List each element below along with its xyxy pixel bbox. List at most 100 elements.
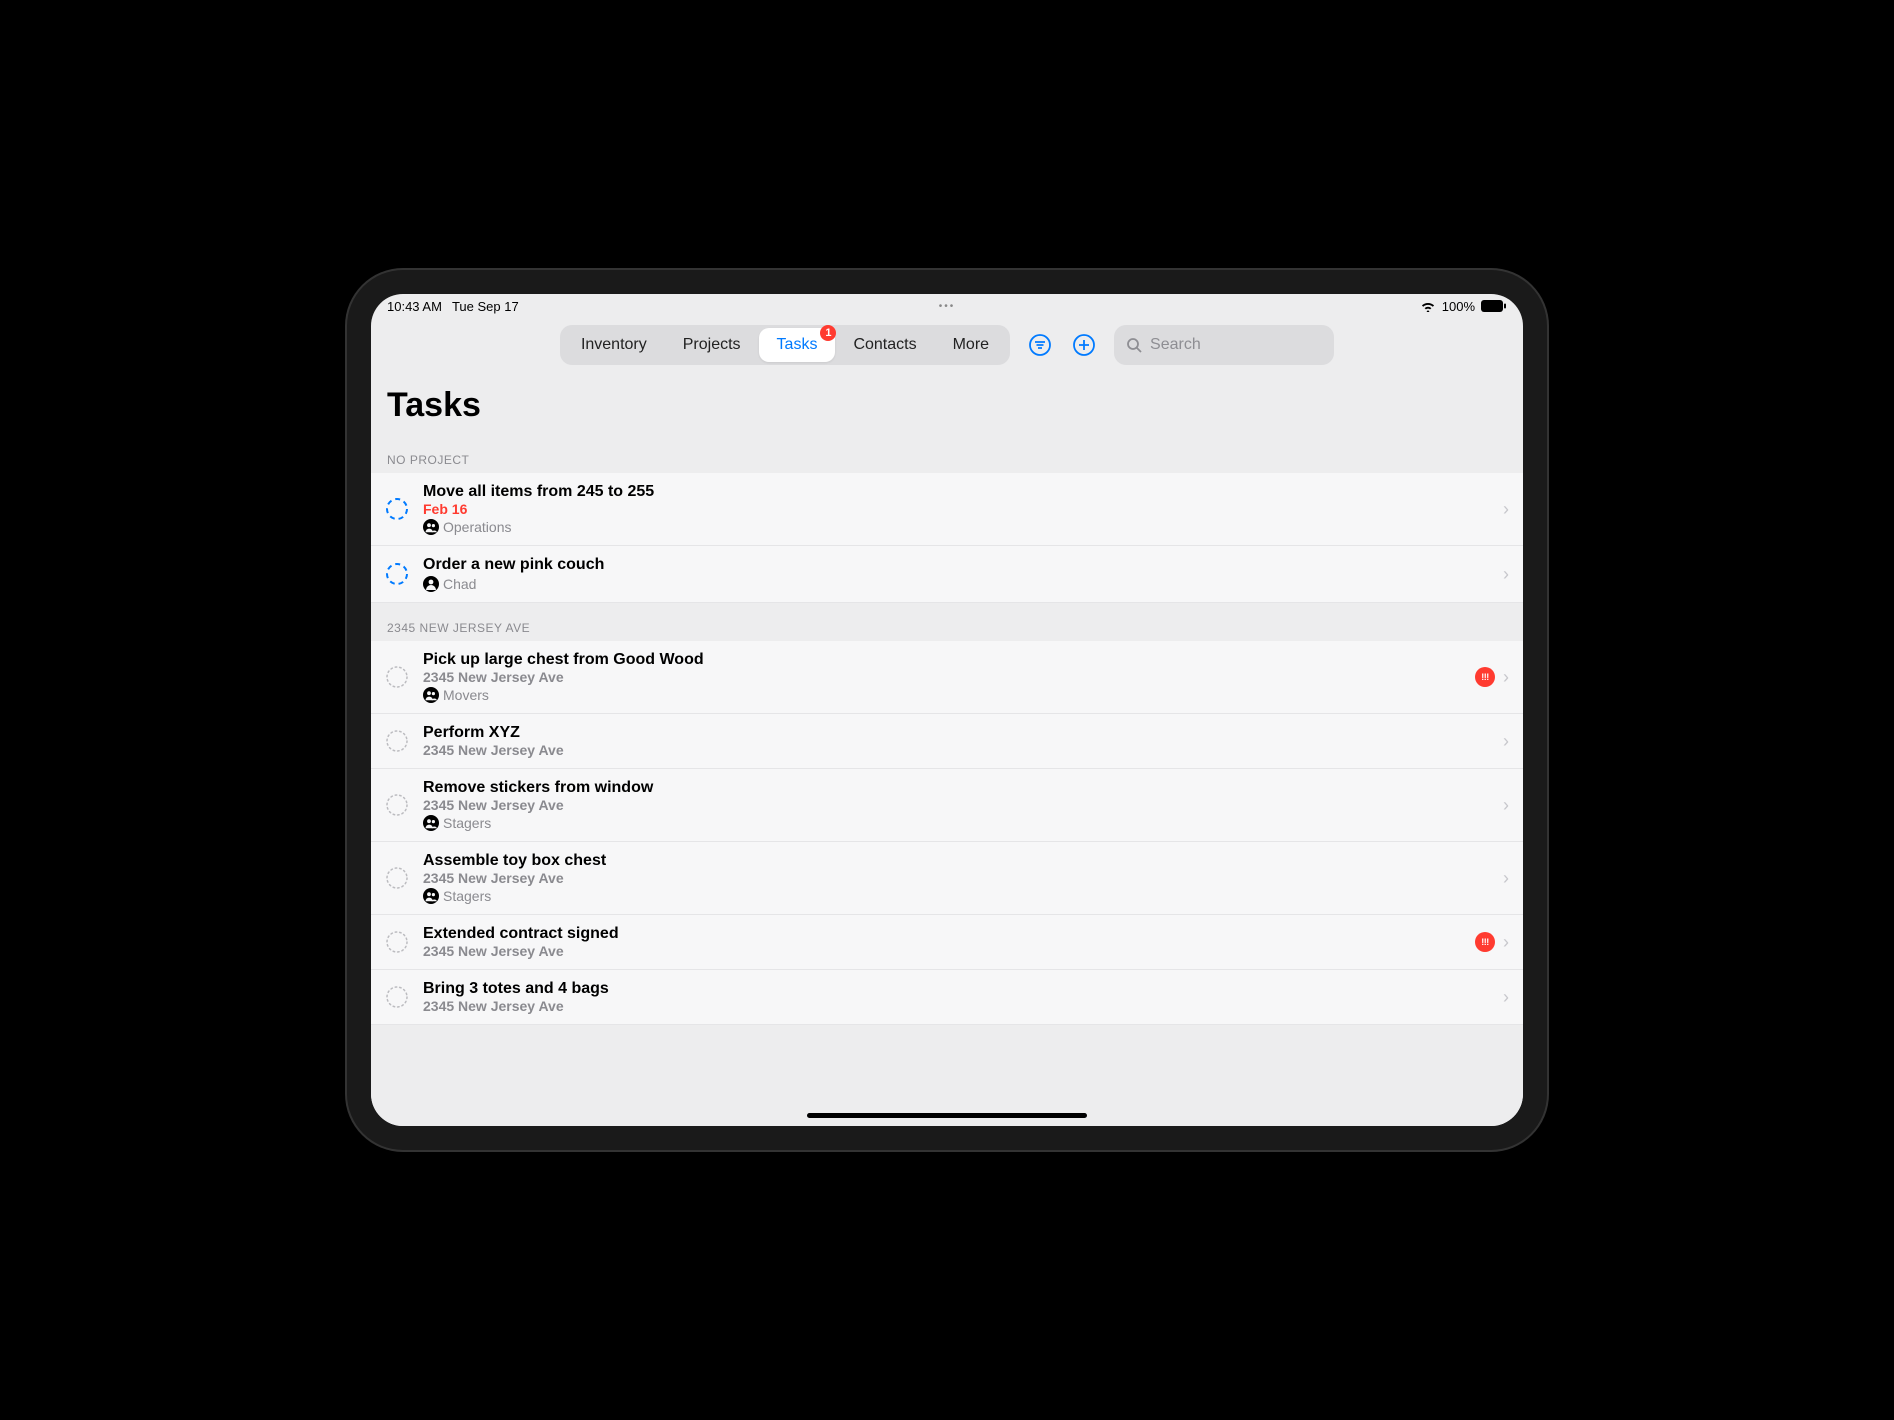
task-title: Remove stickers from window <box>423 779 1489 797</box>
group-icon <box>423 519 439 535</box>
tab-projects[interactable]: Projects <box>665 328 759 362</box>
battery-percent: 100% <box>1442 299 1475 314</box>
person-icon <box>423 576 439 592</box>
task-title: Move all items from 245 to 255 <box>423 483 1489 501</box>
task-row-accessories: › <box>1503 499 1509 520</box>
tab-tasks[interactable]: Tasks1 <box>759 328 836 362</box>
task-project: 2345 New Jersey Ave <box>423 742 1489 758</box>
task-row[interactable]: Pick up large chest from Good Wood2345 N… <box>371 641 1523 714</box>
task-title: Extended contract signed <box>423 925 1461 943</box>
task-row-accessories: › <box>1503 795 1509 816</box>
search-input[interactable] <box>1150 336 1322 354</box>
task-assignee-name: Chad <box>443 576 476 592</box>
task-row-accessories: !!! › <box>1475 667 1509 688</box>
task-complete-toggle[interactable] <box>385 497 409 521</box>
task-row[interactable]: Move all items from 245 to 255Feb 16 Oper… <box>371 473 1523 546</box>
status-date: Tue Sep 17 <box>452 299 519 314</box>
task-assignee: Stagers <box>423 815 1489 831</box>
group-icon <box>423 687 439 703</box>
tab-contacts[interactable]: Contacts <box>835 328 934 362</box>
task-row-accessories: › <box>1503 868 1509 889</box>
task-assignee-name: Stagers <box>443 888 491 904</box>
page-title: Tasks <box>371 372 1523 435</box>
task-body: Extended contract signed2345 New Jersey … <box>423 925 1461 959</box>
task-project: 2345 New Jersey Ave <box>423 870 1489 886</box>
task-complete-toggle[interactable] <box>385 562 409 586</box>
chevron-right-icon: › <box>1503 987 1509 1008</box>
task-body: Bring 3 totes and 4 bags2345 New Jersey … <box>423 980 1489 1014</box>
task-list: Move all items from 245 to 255Feb 16 Oper… <box>371 473 1523 603</box>
task-body: Order a new pink couchChad <box>423 556 1489 592</box>
tab-label: More <box>953 336 989 354</box>
group-icon <box>423 815 439 831</box>
nav-bar: Inventory Projects Tasks1 Contacts More <box>371 318 1523 372</box>
task-title: Pick up large chest from Good Wood <box>423 651 1461 669</box>
task-assignee-name: Operations <box>443 519 511 535</box>
task-project: 2345 New Jersey Ave <box>423 669 1461 685</box>
task-assignee: Stagers <box>423 888 1489 904</box>
chevron-right-icon: › <box>1503 564 1509 585</box>
tab-label: Tasks <box>777 336 818 354</box>
ipad-frame: 10:43 AM Tue Sep 17 ••• 100% Inventory Pr… <box>347 270 1547 1150</box>
status-bar: 10:43 AM Tue Sep 17 ••• 100% <box>371 294 1523 318</box>
chevron-right-icon: › <box>1503 932 1509 953</box>
task-row-accessories: !!! › <box>1475 932 1509 953</box>
task-title: Bring 3 totes and 4 bags <box>423 980 1489 998</box>
chevron-right-icon: › <box>1503 795 1509 816</box>
task-row-accessories: › <box>1503 564 1509 585</box>
task-row-accessories: › <box>1503 987 1509 1008</box>
search-icon <box>1126 337 1142 353</box>
home-indicator[interactable] <box>807 1113 1087 1118</box>
multitask-dots-icon[interactable]: ••• <box>939 301 956 312</box>
tab-label: Projects <box>683 336 741 354</box>
task-project: 2345 New Jersey Ave <box>423 998 1489 1014</box>
task-row[interactable]: Assemble toy box chest2345 New Jersey Av… <box>371 842 1523 915</box>
filter-button[interactable] <box>1024 329 1056 361</box>
task-body: Remove stickers from window2345 New Jers… <box>423 779 1489 831</box>
tab-label: Contacts <box>853 336 916 354</box>
battery-icon <box>1481 300 1507 312</box>
chevron-right-icon: › <box>1503 868 1509 889</box>
task-assignee: Operations <box>423 519 1489 535</box>
task-title: Perform XYZ <box>423 724 1489 742</box>
task-complete-toggle[interactable] <box>385 793 409 817</box>
task-assignee-name: Movers <box>443 687 489 703</box>
section-header: NO PROJECT <box>371 435 1523 473</box>
task-complete-toggle[interactable] <box>385 729 409 753</box>
tab-more[interactable]: More <box>935 328 1007 362</box>
tab-label: Inventory <box>581 336 647 354</box>
section-header: 2345 NEW JERSEY AVE <box>371 603 1523 641</box>
tab-badge: 1 <box>820 325 836 341</box>
screen: 10:43 AM Tue Sep 17 ••• 100% Inventory Pr… <box>371 294 1523 1126</box>
task-row[interactable]: Extended contract signed2345 New Jersey … <box>371 915 1523 970</box>
task-body: Move all items from 245 to 255Feb 16 Oper… <box>423 483 1489 535</box>
task-project: 2345 New Jersey Ave <box>423 943 1461 959</box>
task-body: Pick up large chest from Good Wood2345 N… <box>423 651 1461 703</box>
task-assignee: Chad <box>423 576 1489 592</box>
chevron-right-icon: › <box>1503 667 1509 688</box>
task-complete-toggle[interactable] <box>385 985 409 1009</box>
priority-badge-icon: !!! <box>1475 932 1495 952</box>
chevron-right-icon: › <box>1503 731 1509 752</box>
task-due-date: Feb 16 <box>423 501 1489 517</box>
task-body: Assemble toy box chest2345 New Jersey Av… <box>423 852 1489 904</box>
wifi-icon <box>1420 300 1436 312</box>
task-content[interactable]: NO PROJECT Move all items from 245 to 255… <box>371 435 1523 1126</box>
task-project: 2345 New Jersey Ave <box>423 797 1489 813</box>
search-field[interactable] <box>1114 325 1334 365</box>
tab-inventory[interactable]: Inventory <box>563 328 665 362</box>
task-row[interactable]: Perform XYZ2345 New Jersey Ave › <box>371 714 1523 769</box>
task-complete-toggle[interactable] <box>385 930 409 954</box>
task-row[interactable]: Bring 3 totes and 4 bags2345 New Jersey … <box>371 970 1523 1025</box>
segmented-control: Inventory Projects Tasks1 Contacts More <box>560 325 1010 365</box>
chevron-right-icon: › <box>1503 499 1509 520</box>
task-assignee-name: Stagers <box>443 815 491 831</box>
task-complete-toggle[interactable] <box>385 665 409 689</box>
task-list: Pick up large chest from Good Wood2345 N… <box>371 641 1523 1025</box>
task-row[interactable]: Order a new pink couchChad › <box>371 546 1523 603</box>
add-button[interactable] <box>1068 329 1100 361</box>
task-row[interactable]: Remove stickers from window2345 New Jers… <box>371 769 1523 842</box>
priority-badge-icon: !!! <box>1475 667 1495 687</box>
task-complete-toggle[interactable] <box>385 866 409 890</box>
group-icon <box>423 888 439 904</box>
